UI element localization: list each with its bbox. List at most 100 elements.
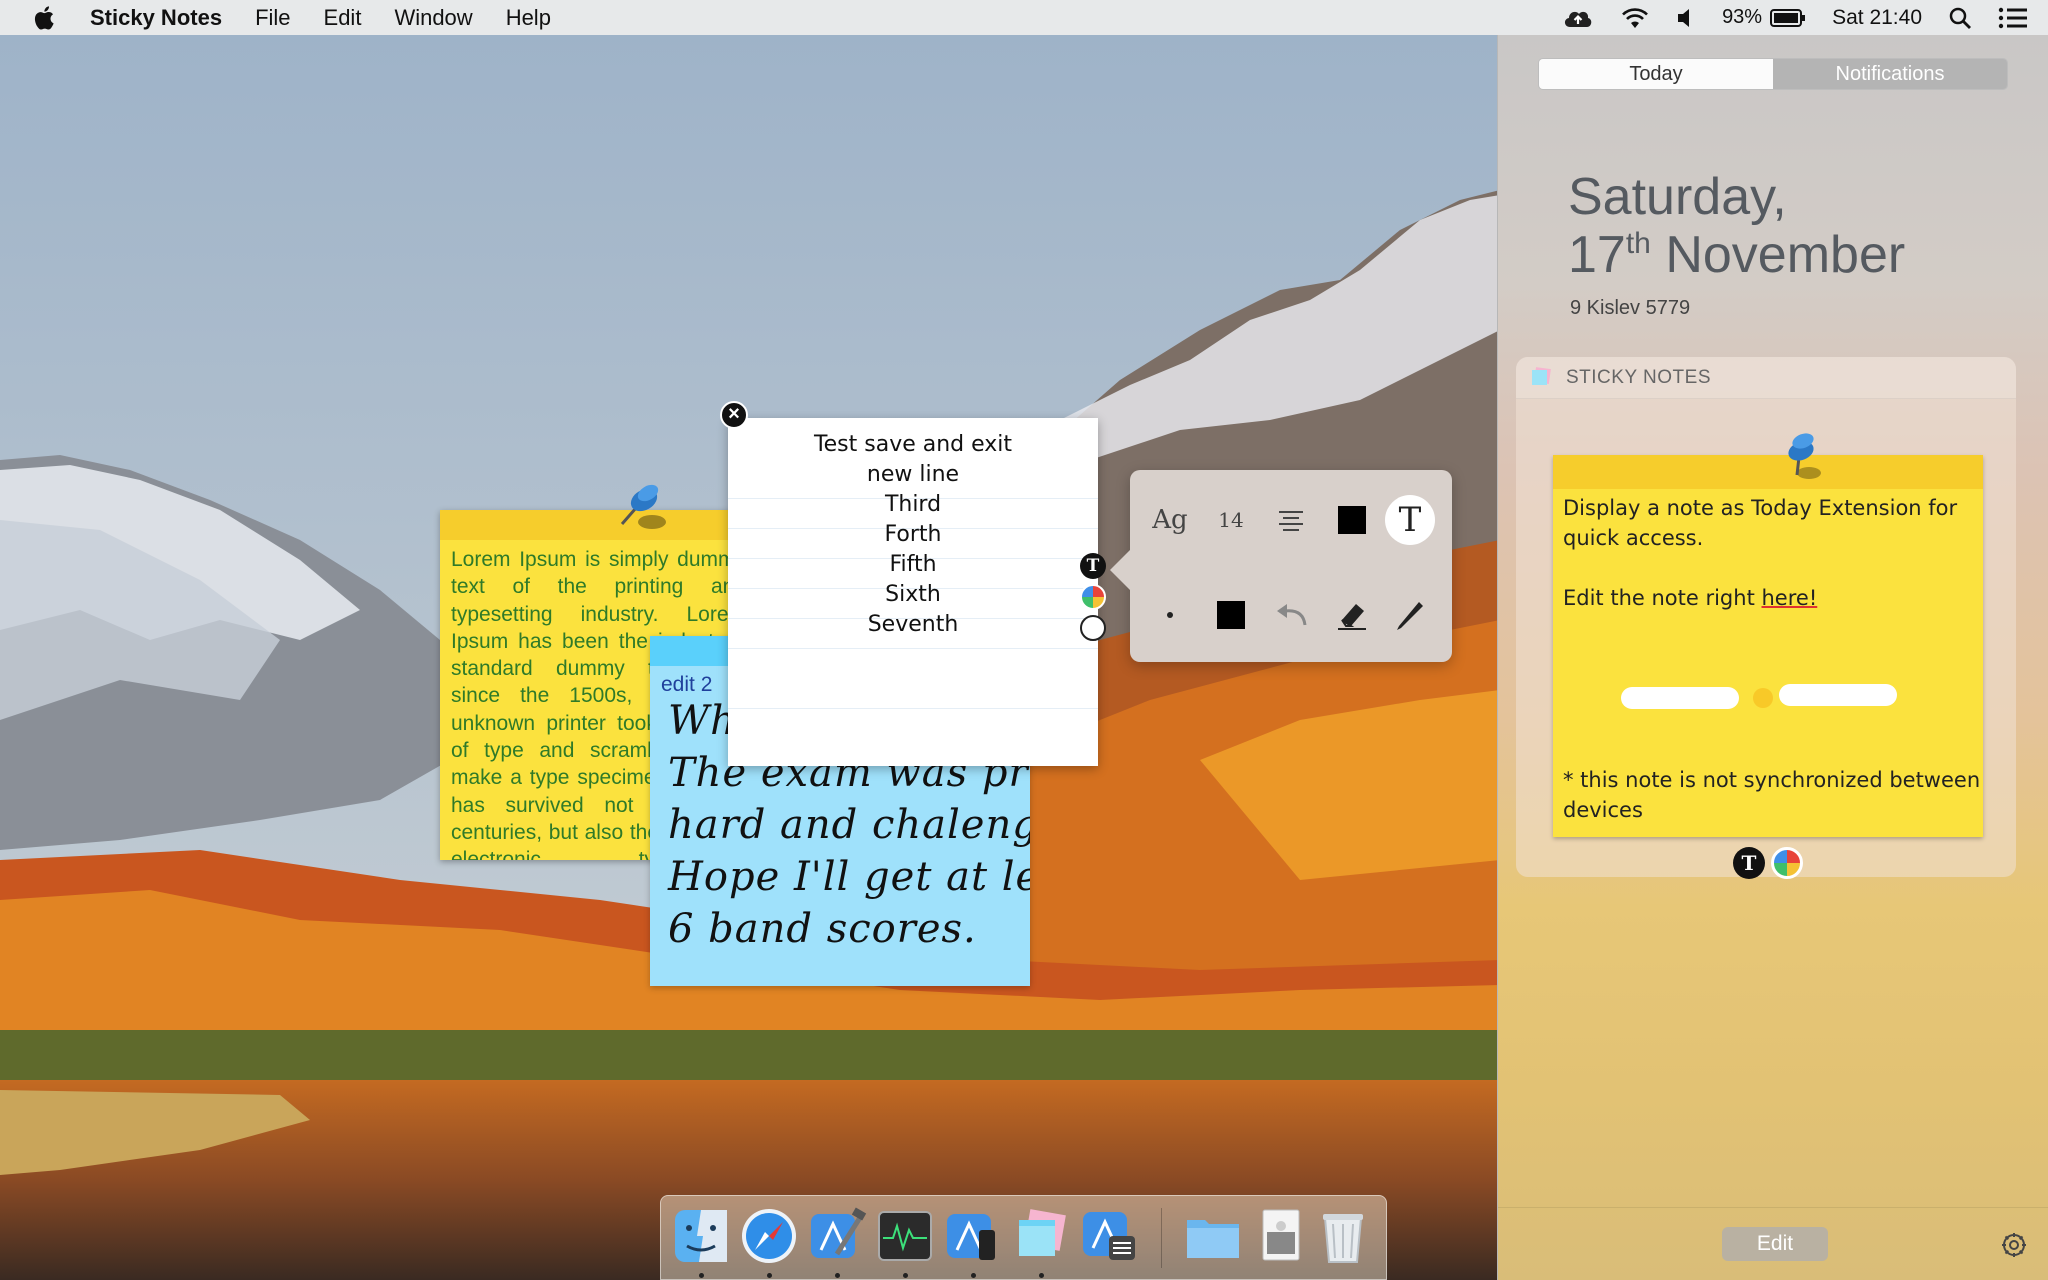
simulator-icon[interactable] bbox=[943, 1206, 1003, 1266]
text-tool-button[interactable]: T bbox=[1385, 495, 1435, 545]
note-text: * this note is not synchronized between bbox=[1563, 768, 1981, 792]
safari-icon[interactable] bbox=[739, 1206, 799, 1266]
preview-icon[interactable] bbox=[1251, 1206, 1311, 1266]
pencil-icon bbox=[1397, 602, 1423, 630]
text-format-button[interactable]: T bbox=[1080, 553, 1106, 579]
note-edit-line: Edit the note right here! bbox=[1563, 583, 1817, 613]
running-indicator bbox=[903, 1273, 908, 1278]
volume-icon[interactable] bbox=[1676, 7, 1696, 29]
eraser-icon bbox=[1338, 604, 1366, 630]
note-style-button[interactable] bbox=[1080, 615, 1106, 641]
xcode-icon[interactable] bbox=[807, 1206, 867, 1266]
note-line[interactable]: Third bbox=[728, 492, 1098, 517]
note-text: devices bbox=[1563, 798, 1643, 822]
trash-icon[interactable] bbox=[1313, 1206, 1373, 1266]
scribble-dot bbox=[1753, 688, 1773, 708]
search-icon[interactable] bbox=[1948, 6, 1972, 30]
menu-app-name[interactable]: Sticky Notes bbox=[90, 5, 222, 31]
undo-button[interactable] bbox=[1266, 590, 1316, 640]
text-format-button[interactable]: T bbox=[1733, 847, 1765, 879]
menu-extras: 93% Sat 21:40 bbox=[1562, 0, 2048, 35]
menu-bar: Sticky Notes File Edit Window Help 93% S… bbox=[0, 0, 2048, 35]
text-color-button[interactable] bbox=[1327, 495, 1377, 545]
pen-size-icon bbox=[1167, 612, 1173, 618]
font-size-icon: 14 bbox=[1218, 508, 1244, 532]
note-line[interactable]: Fifth bbox=[728, 552, 1098, 577]
font-size-button[interactable]: 14 bbox=[1206, 495, 1256, 545]
handwriting-line[interactable]: Hope I'll get at least bbox=[668, 854, 1030, 900]
white-sticky-note[interactable]: Test save and exit new line Third Forth … bbox=[728, 418, 1098, 766]
menubar-clock[interactable]: Sat 21:40 bbox=[1832, 6, 1922, 30]
ruled-line bbox=[728, 648, 1098, 649]
dock-separator bbox=[1161, 1208, 1162, 1268]
pen-color-button[interactable] bbox=[1206, 590, 1256, 640]
battery-percent: 93% bbox=[1722, 6, 1763, 28]
pencil-button[interactable] bbox=[1385, 590, 1435, 640]
sticky-notes-app-icon bbox=[1532, 367, 1551, 385]
hebrew-date: 9 Kislev 5779 bbox=[1570, 297, 1691, 319]
menu-edit[interactable]: Edit bbox=[324, 5, 362, 31]
close-note-button[interactable]: × bbox=[720, 401, 748, 429]
note-title[interactable]: edit 2 bbox=[661, 673, 712, 697]
tab-today[interactable]: Today bbox=[1539, 59, 1773, 89]
alignment-button[interactable] bbox=[1266, 495, 1316, 545]
month-name: November bbox=[1650, 226, 1906, 284]
ruled-line bbox=[728, 708, 1098, 709]
running-indicator bbox=[699, 1273, 704, 1278]
font-button[interactable]: Ag bbox=[1145, 495, 1195, 545]
widget-sticky-note[interactable]: Display a note as Today Extension for qu… bbox=[1553, 433, 1983, 837]
note-text: Edit the note right bbox=[1563, 586, 1762, 610]
edit-here-link[interactable]: here! bbox=[1762, 586, 1818, 610]
date-suffix: th bbox=[1625, 227, 1651, 260]
handwriting-line[interactable]: hard and chalenging. bbox=[668, 802, 1030, 848]
widget-title: STICKY NOTES bbox=[1566, 367, 1712, 388]
apple-icon[interactable] bbox=[30, 3, 60, 33]
pen-size-button[interactable] bbox=[1145, 590, 1195, 640]
sticky-notes-widget: STICKY NOTES Display a note as Today Ext… bbox=[1516, 357, 2016, 879]
handwriting-line[interactable]: 6 band scores. bbox=[668, 906, 977, 952]
popover-arrow bbox=[1110, 550, 1130, 590]
sticky-notes-icon[interactable] bbox=[1011, 1206, 1071, 1266]
note-line[interactable]: Sixth bbox=[728, 582, 1098, 607]
date-number: 17 bbox=[1568, 226, 1626, 284]
menu-help[interactable]: Help bbox=[506, 5, 551, 31]
pushpin-icon bbox=[620, 484, 666, 529]
activity-monitor-icon[interactable] bbox=[875, 1206, 935, 1266]
nc-tab-bar: Today Notifications bbox=[1538, 58, 2008, 90]
tab-notifications[interactable]: Notifications bbox=[1773, 59, 2007, 89]
divider bbox=[1498, 1207, 2048, 1208]
running-indicator bbox=[971, 1273, 976, 1278]
pen-color-icon bbox=[1217, 601, 1245, 629]
finder-icon[interactable] bbox=[671, 1206, 731, 1266]
scribble-white bbox=[1621, 687, 1739, 709]
notification-center-panel: Today Notifications Saturday, 17th Novem… bbox=[1497, 35, 2048, 1280]
wifi-icon[interactable] bbox=[1620, 6, 1650, 30]
note-header-band[interactable] bbox=[440, 510, 750, 540]
edit-widgets-button[interactable]: Edit bbox=[1722, 1227, 1828, 1261]
note-header-band bbox=[1553, 455, 1983, 489]
gear-icon[interactable] bbox=[2000, 1231, 2028, 1259]
menu-file[interactable]: File bbox=[255, 5, 290, 31]
color-picker-button[interactable] bbox=[1771, 847, 1803, 879]
app-store-connect-icon[interactable] bbox=[1079, 1206, 1139, 1266]
menu-window[interactable]: Window bbox=[394, 5, 472, 31]
note-line[interactable]: new line bbox=[728, 462, 1098, 487]
align-center-icon bbox=[1279, 511, 1303, 531]
widget-actions: T bbox=[1733, 847, 1803, 879]
cloud-upload-icon[interactable] bbox=[1562, 6, 1594, 30]
text-tool-icon: T bbox=[1398, 500, 1422, 540]
note-line[interactable]: Forth bbox=[728, 522, 1098, 547]
date-heading: 17th November bbox=[1568, 225, 1905, 285]
running-indicator bbox=[835, 1273, 840, 1278]
notification-center-icon[interactable] bbox=[1998, 7, 2028, 29]
note-line[interactable]: Test save and exit bbox=[728, 432, 1098, 457]
dock bbox=[660, 1195, 1387, 1280]
downloads-folder-icon[interactable] bbox=[1183, 1206, 1243, 1266]
running-indicator bbox=[767, 1273, 772, 1278]
note-line[interactable]: Seventh bbox=[728, 612, 1098, 637]
scribble-white bbox=[1779, 684, 1897, 706]
battery-icon[interactable] bbox=[1770, 8, 1806, 28]
format-popover: Ag 14 T bbox=[1110, 470, 1452, 662]
color-picker-button[interactable] bbox=[1080, 584, 1106, 610]
eraser-button[interactable] bbox=[1327, 590, 1377, 640]
